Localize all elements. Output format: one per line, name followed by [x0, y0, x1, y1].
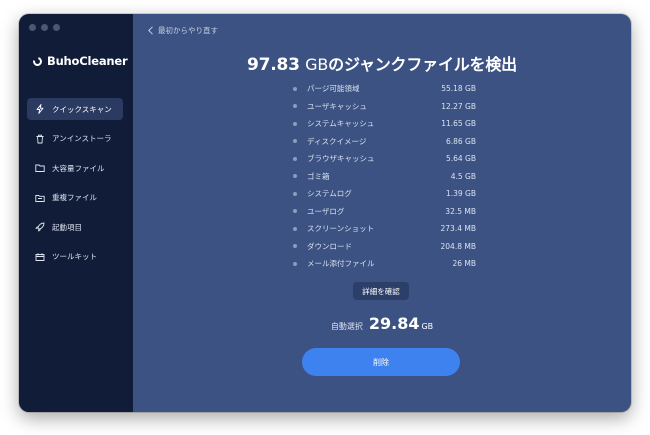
- item-label: スクリーンショット: [307, 224, 375, 234]
- sidebar-item-toolkit[interactable]: ツールキット: [27, 246, 123, 268]
- item-size: 32.5 MB: [445, 206, 476, 216]
- item-size: 5.64 GB: [445, 154, 476, 164]
- item-label: ゴミ箱: [307, 171, 330, 181]
- sidebar-item-quick-scan[interactable]: クイックスキャン: [27, 98, 123, 120]
- list-item: ユーザキャッシュ 12.27 GB: [293, 98, 476, 116]
- item-label: システムログ: [307, 189, 352, 199]
- junk-total-amount: 97.83: [247, 55, 300, 75]
- list-item: ユーザログ 32.5 MB: [293, 203, 476, 221]
- junk-total-unit: GB: [305, 55, 329, 74]
- bullet-icon: [293, 226, 297, 231]
- item-size: 55.18 GB: [441, 84, 476, 94]
- toolkit-icon: [35, 252, 45, 262]
- bullet-icon: [293, 209, 297, 214]
- bullet-icon: [293, 121, 297, 126]
- app-window: BuhoCleaner クイックスキャン アンインストーラ 大容量ファイル 重複…: [19, 14, 631, 412]
- item-label: ディスクイメージ: [307, 136, 367, 146]
- chevron-left-icon: [148, 26, 153, 35]
- bullet-icon: [293, 261, 297, 266]
- junk-total-suffix: のジャンクファイルを検出: [328, 55, 517, 74]
- list-item: システムログ 1.39 GB: [293, 185, 476, 203]
- list-item: ディスクイメージ 6.86 GB: [293, 133, 476, 151]
- auto-select-label: 自動選択: [330, 322, 363, 331]
- window-controls: [29, 24, 60, 31]
- item-label: システムキャッシュ: [307, 119, 375, 129]
- delete-button[interactable]: 削除: [302, 348, 460, 376]
- item-size: 11.65 GB: [441, 119, 476, 129]
- item-label: パージ可能領域: [307, 84, 360, 94]
- bullet-icon: [293, 86, 297, 91]
- sidebar-item-duplicate-files[interactable]: 重複ファイル: [27, 187, 123, 209]
- zoom-window-button[interactable]: [53, 24, 60, 31]
- scan-result-title: 97.83 GBのジャンクファイルを検出: [133, 51, 631, 75]
- list-item: ブラウザキャッシュ 5.64 GB: [293, 150, 476, 168]
- bolt-icon: [35, 104, 45, 114]
- item-label: ユーザキャッシュ: [307, 101, 367, 111]
- sidebar-item-startup-items[interactable]: 起動項目: [27, 216, 123, 238]
- sidebar-item-label: 大容量ファイル: [52, 163, 105, 173]
- bullet-icon: [293, 174, 297, 179]
- sidebar: BuhoCleaner クイックスキャン アンインストーラ 大容量ファイル 重複…: [19, 14, 133, 412]
- start-over-label: 最初からやり直す: [158, 26, 218, 35]
- auto-select-unit: GB: [421, 322, 434, 331]
- bullet-icon: [293, 244, 297, 249]
- start-over-link[interactable]: 最初からやり直す: [147, 25, 218, 36]
- app-brand: BuhoCleaner: [31, 54, 128, 68]
- item-size: 1.39 GB: [445, 189, 476, 199]
- item-size: 4.5 GB: [450, 171, 476, 181]
- view-details-button[interactable]: 詳細を確認: [353, 282, 409, 300]
- app-logo-icon: [31, 54, 44, 68]
- item-label: ダウンロード: [307, 241, 352, 251]
- junk-category-list: パージ可能領域 55.18 GB ユーザキャッシュ 12.27 GB システムキャッ…: [293, 80, 476, 273]
- list-item: ゴミ箱 4.5 GB: [293, 168, 476, 186]
- item-label: ユーザログ: [307, 206, 345, 216]
- sidebar-item-label: ツールキット: [52, 252, 97, 261]
- auto-select-summary: 自動選択 29.84 GB: [133, 314, 631, 333]
- duplicate-folder-icon: [35, 193, 45, 203]
- item-size: 6.86 GB: [445, 136, 476, 146]
- sidebar-item-uninstaller[interactable]: アンインストーラ: [27, 128, 123, 150]
- sidebar-item-large-files[interactable]: 大容量ファイル: [27, 157, 123, 179]
- item-size: 273.4 MB: [440, 224, 476, 234]
- close-window-button[interactable]: [29, 24, 36, 31]
- item-size: 12.27 GB: [441, 101, 476, 111]
- bullet-icon: [293, 104, 297, 109]
- list-item: システムキャッシュ 11.65 GB: [293, 115, 476, 133]
- sidebar-item-label: クイックスキャン: [52, 104, 112, 114]
- folder-icon: [35, 163, 45, 173]
- list-item: ダウンロード 204.8 MB: [293, 238, 476, 256]
- minimize-window-button[interactable]: [41, 24, 48, 31]
- list-item: スクリーンショット 273.4 MB: [293, 220, 476, 238]
- main-panel: 最初からやり直す 97.83 GBのジャンクファイルを検出 パージ可能領域 55.…: [133, 14, 631, 412]
- bullet-icon: [293, 191, 297, 196]
- item-label: メール添付ファイル: [307, 259, 375, 269]
- item-size: 204.8 MB: [440, 241, 476, 251]
- list-item: メール添付ファイル 26 MB: [293, 255, 476, 273]
- bullet-icon: [293, 139, 297, 144]
- sidebar-item-label: 起動項目: [52, 222, 82, 232]
- trash-icon: [35, 134, 45, 144]
- sidebar-nav: クイックスキャン アンインストーラ 大容量ファイル 重複ファイル 起動項目 ツー…: [27, 98, 123, 275]
- sidebar-item-label: アンインストーラ: [52, 134, 112, 143]
- item-size: 26 MB: [452, 259, 476, 269]
- auto-select-amount: 29.84: [368, 314, 420, 333]
- item-label: ブラウザキャッシュ: [307, 154, 375, 164]
- rocket-icon: [35, 222, 45, 232]
- app-name: BuhoCleaner: [47, 54, 128, 68]
- bullet-icon: [293, 156, 297, 161]
- list-item: パージ可能領域 55.18 GB: [293, 80, 476, 98]
- sidebar-item-label: 重複ファイル: [52, 193, 97, 202]
